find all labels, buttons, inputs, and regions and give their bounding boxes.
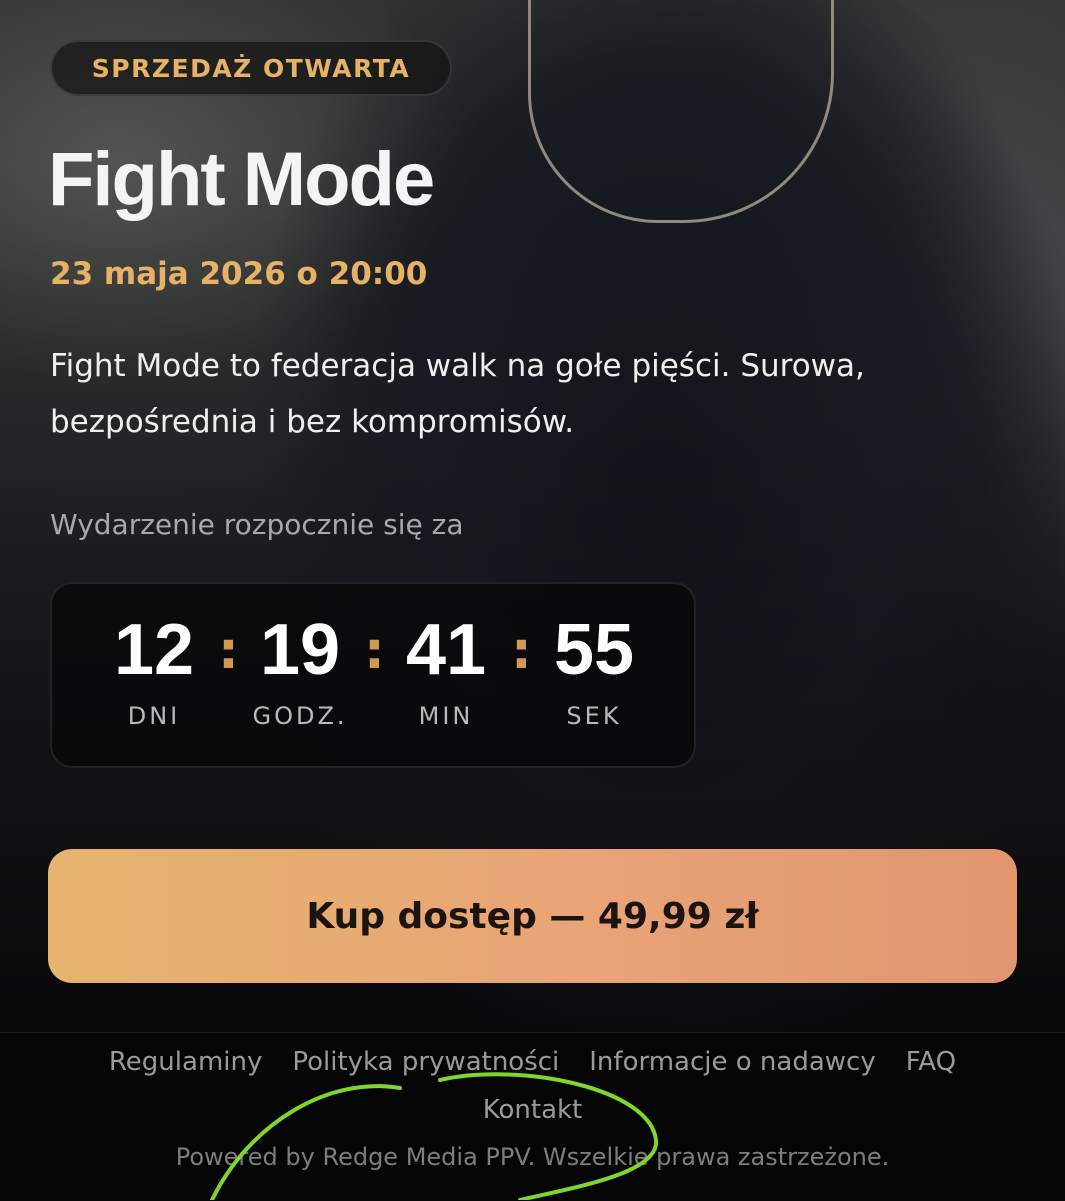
countdown-seconds-value: 55	[553, 610, 635, 690]
footer-link-contact[interactable]: Kontakt	[483, 1095, 583, 1125]
countdown-minutes-label: MIN	[418, 702, 474, 730]
countdown-minutes-value: 41	[405, 610, 487, 690]
countdown-days-value: 12	[113, 610, 195, 690]
footer-link-broadcaster-info[interactable]: Informacje o nadawcy	[589, 1047, 875, 1077]
footer-links: Regulaminy Polityka prywatności Informac…	[0, 1047, 1065, 1077]
footer-link-faq[interactable]: FAQ	[906, 1047, 956, 1077]
countdown-hours: 19 GODZ.	[230, 584, 370, 730]
event-description: Fight Mode to federacja walk na gołe pię…	[50, 348, 865, 440]
countdown-days-label: DNI	[127, 702, 181, 730]
countdown-minutes: 41 MIN	[376, 584, 516, 730]
countdown-heading: Wydarzenie rozpocznie się za	[50, 508, 464, 541]
footer-link-privacy-policy[interactable]: Polityka prywatności	[292, 1047, 559, 1077]
countdown-seconds-label: SEK	[566, 702, 622, 730]
event-date: 23 maja 2026 o 20:00	[50, 256, 428, 292]
footer: Regulaminy Polityka prywatności Informac…	[0, 1032, 1065, 1201]
footer-link-terms[interactable]: Regulaminy	[109, 1047, 262, 1077]
countdown-seconds: 55 SEK	[524, 584, 664, 730]
footer-contact-row: Kontakt	[0, 1095, 1065, 1125]
sale-status-badge: SPRZEDAŻ OTWARTA	[50, 40, 452, 96]
footer-copyright: Powered by Redge Media PPV. Wszelkie pra…	[175, 1143, 890, 1171]
countdown-days: 12 DNI	[84, 584, 224, 730]
event-title: Fight Mode	[48, 137, 435, 222]
countdown-timer: 12 DNI : 19 GODZ. : 41 MIN : 55 SEK	[50, 582, 696, 768]
buy-access-button[interactable]: Kup dostęp — 49,99 zł	[48, 849, 1017, 983]
countdown-hours-label: GODZ.	[252, 702, 348, 730]
countdown-hours-value: 19	[259, 610, 341, 690]
